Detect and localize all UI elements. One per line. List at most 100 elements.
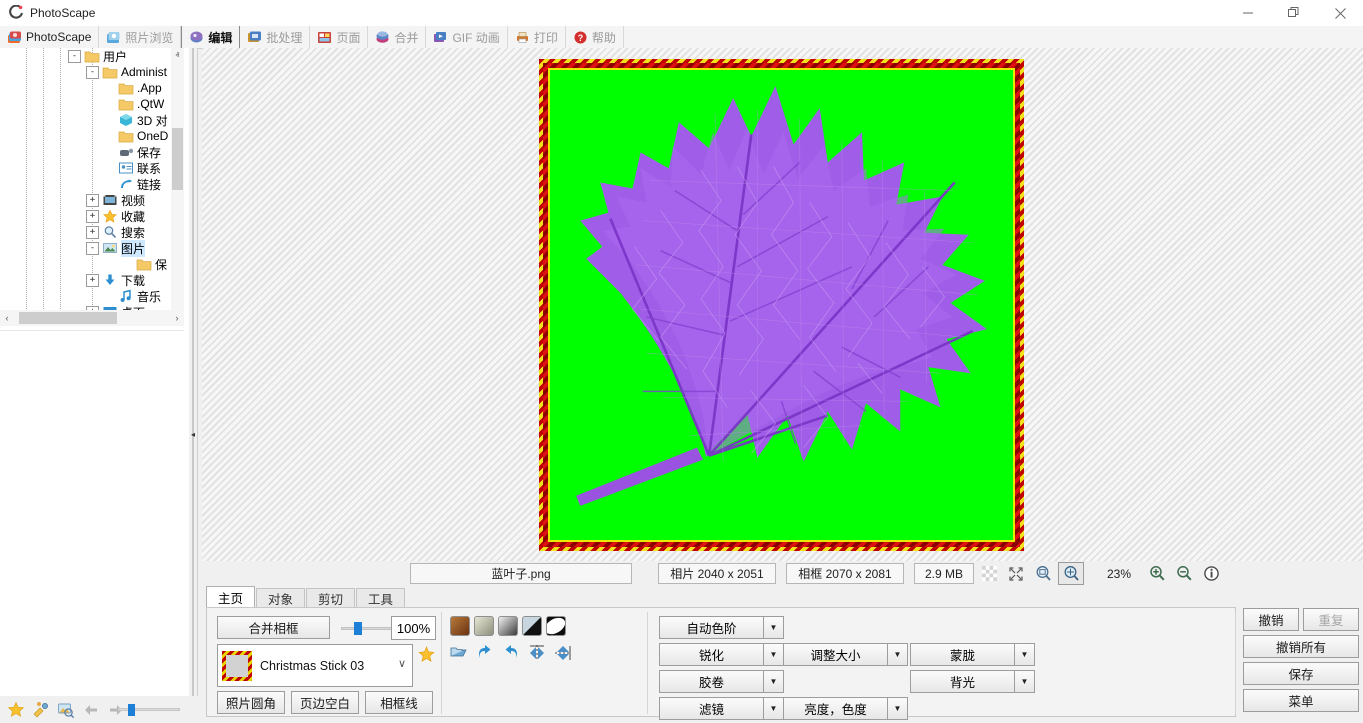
tree-expander-expand-icon[interactable]: + bbox=[86, 274, 99, 287]
tab-home[interactable]: 主页 bbox=[206, 586, 255, 608]
tree-expander-collapse-icon[interactable]: - bbox=[86, 242, 99, 255]
open-file-icon[interactable] bbox=[450, 644, 468, 662]
tab-object[interactable]: 对象 bbox=[256, 588, 305, 608]
tree-item[interactable]: + 搜索 bbox=[0, 224, 184, 240]
preview-icon[interactable] bbox=[57, 701, 75, 719]
zoom-out-icon[interactable] bbox=[1172, 563, 1196, 584]
backlight-button[interactable]: 背光 bbox=[910, 670, 1015, 693]
zoom-fit-icon[interactable] bbox=[1031, 563, 1055, 584]
collapse-panel-icon[interactable]: ◂ bbox=[190, 429, 196, 439]
star-icon[interactable] bbox=[7, 701, 25, 719]
scroll-left-icon[interactable]: ‹ bbox=[0, 310, 14, 326]
minimize-button[interactable] bbox=[1225, 0, 1271, 26]
save-button[interactable]: 保存 bbox=[1243, 662, 1359, 685]
checker-transparency-icon[interactable] bbox=[977, 563, 1001, 584]
filename-field[interactable]: 蓝叶子.png bbox=[410, 563, 632, 584]
scroll-down-icon[interactable]: ⱟ bbox=[171, 295, 184, 310]
resize-dropdown[interactable]: 调整大小 ▼ bbox=[783, 643, 908, 666]
scrollbar-thumb[interactable] bbox=[172, 128, 183, 190]
swatch-brown[interactable] bbox=[450, 616, 470, 636]
sharpen-dropdown[interactable]: 锐化 ▼ bbox=[659, 643, 784, 666]
chevron-down-icon[interactable]: ▼ bbox=[888, 643, 908, 666]
chevron-down-icon[interactable]: ▼ bbox=[888, 697, 908, 720]
undo-arrow-icon[interactable] bbox=[476, 644, 494, 662]
framed-photo[interactable] bbox=[539, 59, 1024, 551]
filter-button[interactable]: 滤镜 bbox=[659, 697, 764, 720]
sharpen-button[interactable]: 锐化 bbox=[659, 643, 764, 666]
fullscreen-expand-icon[interactable] bbox=[1004, 563, 1028, 584]
frame-select[interactable]: Christmas Stick 03 ∨ bbox=[217, 644, 413, 687]
tab-combine[interactable]: 合并 bbox=[368, 26, 426, 48]
tab-page[interactable]: 页面 bbox=[310, 26, 368, 48]
frame-line-button[interactable]: 相框线 bbox=[365, 691, 433, 714]
tree-item[interactable]: 3D 对 bbox=[0, 112, 184, 128]
round-corners-button[interactable]: 照片圆角 bbox=[217, 691, 285, 714]
scroll-up-icon[interactable]: ⱏ bbox=[171, 48, 184, 63]
page-margin-button[interactable]: 页边空白 bbox=[291, 691, 359, 714]
flip-horizontal-icon[interactable] bbox=[528, 644, 546, 662]
tree-item[interactable]: 保存 bbox=[0, 144, 184, 160]
zoom-actual-icon[interactable] bbox=[1058, 562, 1084, 585]
tree-expander-expand-icon[interactable]: + bbox=[86, 194, 99, 207]
thumbnail-size-slider[interactable] bbox=[118, 704, 180, 715]
brightness-color-dropdown[interactable]: 亮度，色度 ▼ bbox=[783, 697, 908, 720]
tree-expander-expand-icon[interactable]: + bbox=[86, 226, 99, 239]
tree-item[interactable]: + 收藏 bbox=[0, 208, 184, 224]
info-icon[interactable] bbox=[1199, 563, 1223, 584]
edit-photos-icon[interactable] bbox=[32, 701, 50, 719]
tree-item[interactable]: 保 bbox=[0, 256, 184, 272]
tree-item[interactable]: 链接 bbox=[0, 176, 184, 192]
tree-item-pictures[interactable]: - 图片 bbox=[0, 240, 184, 256]
chevron-down-icon[interactable]: ▼ bbox=[1015, 643, 1035, 666]
redo-button[interactable]: 重复 bbox=[1303, 608, 1359, 631]
bloom-button[interactable]: 蒙胧 bbox=[910, 643, 1015, 666]
slider-knob[interactable] bbox=[354, 622, 362, 635]
tab-batch-editor[interactable]: 批处理 bbox=[240, 26, 310, 48]
zoom-in-icon[interactable] bbox=[1145, 563, 1169, 584]
tree-expander-collapse-icon[interactable]: - bbox=[68, 50, 81, 63]
tree-expander-expand-icon[interactable]: + bbox=[86, 210, 99, 223]
tab-gif-animation[interactable]: GIF 动画 bbox=[426, 26, 507, 48]
chevron-down-icon[interactable]: ▼ bbox=[764, 616, 784, 639]
scroll-right-icon[interactable]: › bbox=[170, 310, 184, 326]
tree-vertical-scrollbar[interactable]: ⱏ ⱟ bbox=[171, 48, 184, 310]
back-arrow-icon[interactable] bbox=[82, 701, 100, 719]
tab-crop[interactable]: 剪切 bbox=[306, 588, 355, 608]
redo-arrow-icon[interactable] bbox=[502, 644, 520, 662]
chevron-down-icon[interactable]: ▼ bbox=[1015, 670, 1035, 693]
folder-tree[interactable]: - 用户 - Administ .App .QtW 3D 对 OneD 保存 联… bbox=[0, 48, 184, 310]
tab-help[interactable]: ? 帮助 bbox=[566, 26, 624, 48]
chevron-down-icon[interactable]: ▼ bbox=[764, 697, 784, 720]
tree-item[interactable]: - 用户 bbox=[0, 48, 184, 64]
maximize-restore-button[interactable] bbox=[1271, 0, 1317, 26]
tree-item[interactable]: + 下载 bbox=[0, 272, 184, 288]
resize-button[interactable]: 调整大小 bbox=[783, 643, 888, 666]
image-canvas[interactable] bbox=[202, 48, 1363, 561]
menu-button[interactable]: 菜单 bbox=[1243, 689, 1359, 712]
flip-vertical-icon[interactable] bbox=[554, 644, 572, 662]
chevron-down-icon[interactable]: ▼ bbox=[764, 670, 784, 693]
film-dropdown[interactable]: 胶卷 ▼ bbox=[659, 670, 784, 693]
tab-photoscape[interactable]: PhotoScape bbox=[0, 26, 99, 48]
brightness-color-button[interactable]: 亮度，色度 bbox=[783, 697, 888, 720]
backlight-dropdown[interactable]: 背光 ▼ bbox=[910, 670, 1035, 693]
tree-item[interactable]: 联系 bbox=[0, 160, 184, 176]
tree-item[interactable]: - Administ bbox=[0, 64, 184, 80]
merge-frame-button[interactable]: 合并相框 bbox=[217, 616, 330, 639]
bloom-dropdown[interactable]: 蒙胧 ▼ bbox=[910, 643, 1035, 666]
filter-dropdown[interactable]: 滤镜 ▼ bbox=[659, 697, 784, 720]
swatch-blackwhite[interactable] bbox=[546, 616, 566, 636]
tab-editor[interactable]: 编辑 bbox=[181, 26, 240, 48]
undo-all-button[interactable]: 撤销所有 bbox=[1243, 635, 1359, 658]
swatch-diagonal[interactable] bbox=[522, 616, 542, 636]
chevron-down-icon[interactable]: ▼ bbox=[764, 643, 784, 666]
tree-horizontal-scrollbar[interactable]: ‹ › bbox=[0, 310, 184, 326]
tree-item[interactable]: .QtW bbox=[0, 96, 184, 112]
star-icon[interactable] bbox=[418, 646, 435, 663]
auto-level-button[interactable]: 自动色阶 bbox=[659, 616, 764, 639]
photo-image[interactable] bbox=[550, 70, 1013, 540]
tree-item[interactable]: .App bbox=[0, 80, 184, 96]
panel-splitter[interactable]: ◂ bbox=[189, 48, 197, 696]
undo-button[interactable]: 撤销 bbox=[1243, 608, 1299, 631]
slider-knob[interactable] bbox=[128, 704, 135, 716]
